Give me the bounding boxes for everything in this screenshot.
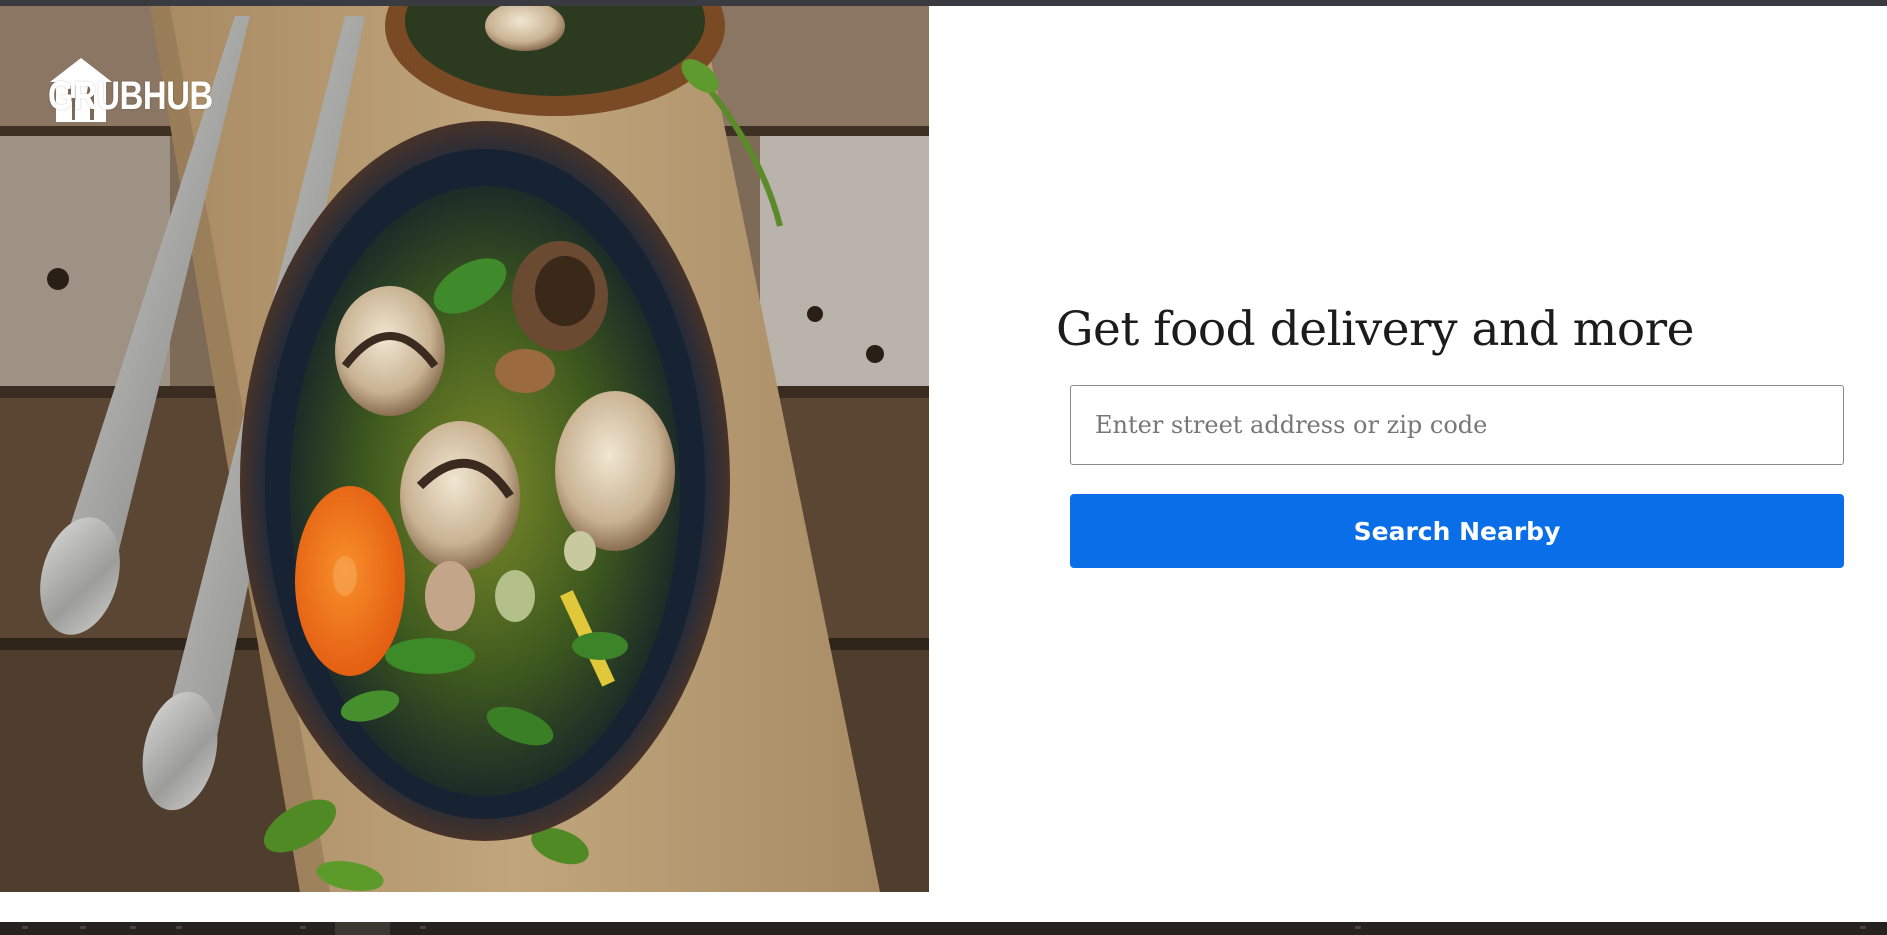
- brand-name: GRUBHUB: [48, 73, 213, 118]
- taskbar-icon[interactable]: [420, 926, 426, 929]
- taskbar-icon[interactable]: [80, 926, 86, 929]
- taskbar-strip: [0, 922, 1887, 935]
- address-search-input[interactable]: [1070, 385, 1844, 465]
- taskbar-icon[interactable]: [300, 926, 306, 929]
- search-nearby-button[interactable]: Search Nearby: [1070, 494, 1844, 568]
- page-headline: Get food delivery and more: [1056, 302, 1694, 357]
- hero-image: GRUBHUB: [0, 6, 929, 892]
- taskbar-icon[interactable]: [176, 926, 182, 929]
- taskbar-icon[interactable]: [1355, 926, 1361, 929]
- taskbar-icon[interactable]: [22, 926, 28, 929]
- taskbar-icon[interactable]: [1860, 926, 1866, 929]
- taskbar-icon[interactable]: [130, 926, 136, 929]
- taskbar-active-app[interactable]: [335, 922, 390, 935]
- grubhub-logo[interactable]: GRUBHUB: [48, 56, 249, 126]
- soup-bowl-illustration: [0, 6, 929, 892]
- landing-page: GRUBHUB Get food delivery and more Searc…: [0, 0, 1887, 935]
